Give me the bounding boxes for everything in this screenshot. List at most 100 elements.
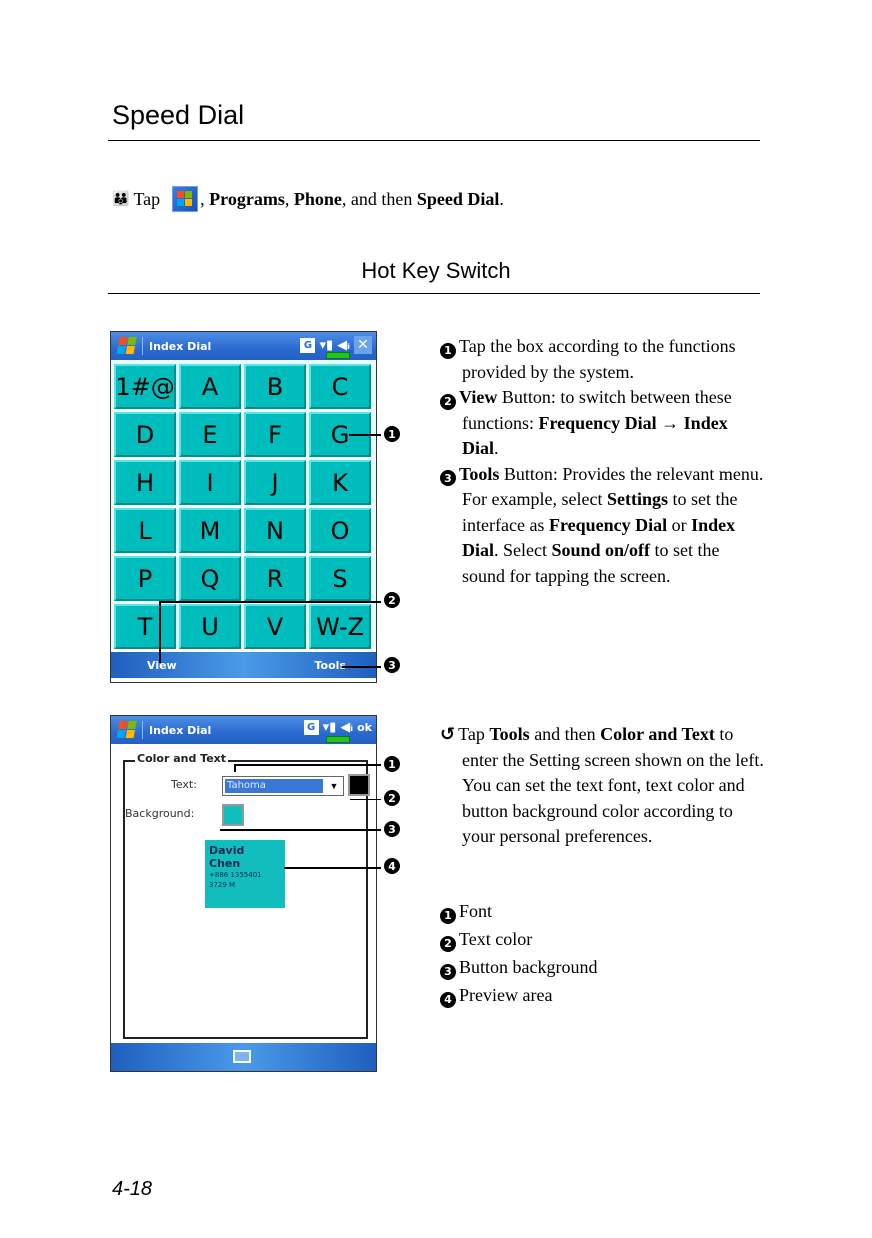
dial-key[interactable]: U (179, 604, 241, 649)
index-dial-screen: Index Dial G ▾▮ ◀ᵢ ✕ 1#@ A B C D E F G H I J K L M N O P… (110, 331, 377, 683)
close-button[interactable]: ✕ (354, 336, 372, 354)
color-and-text-screen: Index Dial G ▾▮ ◀ᵢ ok Color and Text Tex… (110, 715, 377, 1072)
dial-key[interactable]: 1#@ (114, 364, 176, 409)
callout-s2-4: 4 (384, 858, 400, 874)
dial-key[interactable]: H (114, 460, 176, 505)
dial-key[interactable]: S (309, 556, 371, 601)
description-item: 2 View Button: to switch between these fu… (440, 385, 765, 462)
view-button[interactable]: View (147, 659, 177, 672)
legend-label: Preview area (459, 985, 553, 1005)
dial-key[interactable]: K (309, 460, 371, 505)
text-run: Tap (458, 724, 490, 744)
panel-title: Color and Text (135, 752, 229, 765)
bold-term: Programs (209, 188, 285, 209)
dial-key[interactable]: F (244, 412, 306, 457)
text-label: Text: (171, 778, 197, 791)
bold-term: Color and Text (600, 724, 715, 744)
callout-line-2-drop (159, 601, 161, 663)
key-grid: 1#@ A B C D E F G H I J K L M N O P Q R S T U V W-Z (111, 360, 376, 649)
dial-key[interactable]: J (244, 460, 306, 505)
text-run: → (656, 412, 684, 433)
dial-key[interactable]: E (179, 412, 241, 457)
callout-line-s2-2 (350, 799, 381, 800)
dial-key[interactable]: V (244, 604, 306, 649)
menu-bar: View Tools (111, 652, 376, 678)
bold-term: Settings (606, 489, 668, 509)
keyboard-icon[interactable] (233, 1050, 251, 1063)
title-bar: Index Dial G ▾▮ ◀ᵢ ✕ (111, 332, 376, 360)
font-value: Tahoma (225, 779, 323, 793)
signal-icon[interactable]: ▾▮ (323, 720, 337, 735)
callout-s2-1: 1 (384, 756, 400, 772)
section-title: Hot Key Switch (361, 258, 511, 283)
legend-label: Button background (459, 957, 598, 977)
speaker-icon[interactable]: ◀ᵢ (340, 720, 353, 735)
number-badge: 2 (440, 936, 456, 952)
dial-key[interactable]: L (114, 508, 176, 553)
dial-key[interactable]: O (309, 508, 371, 553)
g-icon[interactable]: G (300, 337, 316, 353)
callout-line-s2-4 (284, 867, 381, 869)
dial-key[interactable]: Q (179, 556, 241, 601)
text-run: , (284, 188, 294, 209)
arrow-return-icon: ↺ (440, 724, 456, 745)
background-color-swatch[interactable] (222, 804, 244, 826)
dial-key[interactable]: D (114, 412, 176, 457)
text-run: Tap the box according to the functions p… (459, 336, 736, 382)
legend-item: 1 Font (440, 897, 597, 925)
dial-key[interactable]: A (179, 364, 241, 409)
title-separator (142, 721, 143, 739)
dial-key[interactable]: N (244, 508, 306, 553)
dial-key[interactable]: R (244, 556, 306, 601)
callout-s2-2: 2 (384, 790, 400, 806)
section-rule (108, 293, 760, 294)
number-badge: 2 (440, 393, 456, 410)
intro-instruction: 👪 Tap , Programs, Phone, and then Speed … (112, 186, 504, 212)
title-bar: Index Dial G ▾▮ ◀ᵢ ok (111, 716, 376, 744)
dial-key[interactable]: M (179, 508, 241, 553)
dial-key[interactable]: B (244, 364, 306, 409)
bold-term: Phone (293, 188, 342, 209)
g-icon[interactable]: G (303, 720, 319, 735)
speaker-icon[interactable]: ◀ᵢ (337, 338, 350, 353)
dial-key[interactable]: P (114, 556, 176, 601)
app-title: Index Dial (149, 339, 212, 353)
description-item: 1 Tap the box according to the functions … (440, 334, 765, 385)
dial-key[interactable]: I (179, 460, 241, 505)
tools-button[interactable]: Tools (315, 659, 346, 672)
callout-line-1 (349, 434, 381, 436)
callout-3: 3 (384, 657, 400, 673)
callout-line-s2-3 (220, 829, 381, 831)
signal-icon[interactable]: ▾▮ (319, 338, 333, 353)
number-badge: 3 (440, 964, 456, 980)
ok-button[interactable]: ok (357, 721, 372, 734)
dial-key[interactable]: C (309, 364, 371, 409)
callout-s2-3: 3 (384, 821, 400, 837)
dial-key[interactable]: W-Z (309, 604, 371, 649)
legend-item: 2 Text color (440, 925, 597, 953)
battery-icon (326, 352, 350, 359)
intro-text: , Programs, Phone, and then Speed Dial. (200, 189, 504, 210)
bold-term: Sound on/off (551, 540, 651, 560)
bold-term: Speed Dial (416, 188, 500, 209)
description-item: ↺ Tap Tools and then Color and Text to en… (440, 722, 765, 850)
callout-line-s2-1 (235, 764, 381, 766)
text-run: . (494, 438, 499, 458)
text-color-swatch[interactable] (348, 774, 370, 796)
dial-key[interactable]: T (114, 604, 176, 649)
windows-start-icon[interactable] (115, 720, 139, 740)
legend-label: Text color (459, 929, 533, 949)
legend-label: Font (459, 901, 493, 921)
text-run: and then (529, 724, 601, 744)
font-select[interactable]: Tahoma ▼ (222, 776, 344, 796)
text-run: . (499, 188, 504, 209)
text-run: . Select (494, 540, 552, 560)
windows-start-icon[interactable] (115, 336, 139, 356)
chevron-down-icon[interactable]: ▼ (327, 779, 341, 793)
preview-area: David Chen +886 1355401 3729 M (205, 840, 285, 908)
preview-name-last: Chen (209, 857, 241, 870)
bold-term: Tools (459, 463, 500, 484)
callout-line-2 (160, 601, 381, 603)
background-label: Background: (125, 807, 195, 820)
bottom-bar (111, 1043, 376, 1071)
